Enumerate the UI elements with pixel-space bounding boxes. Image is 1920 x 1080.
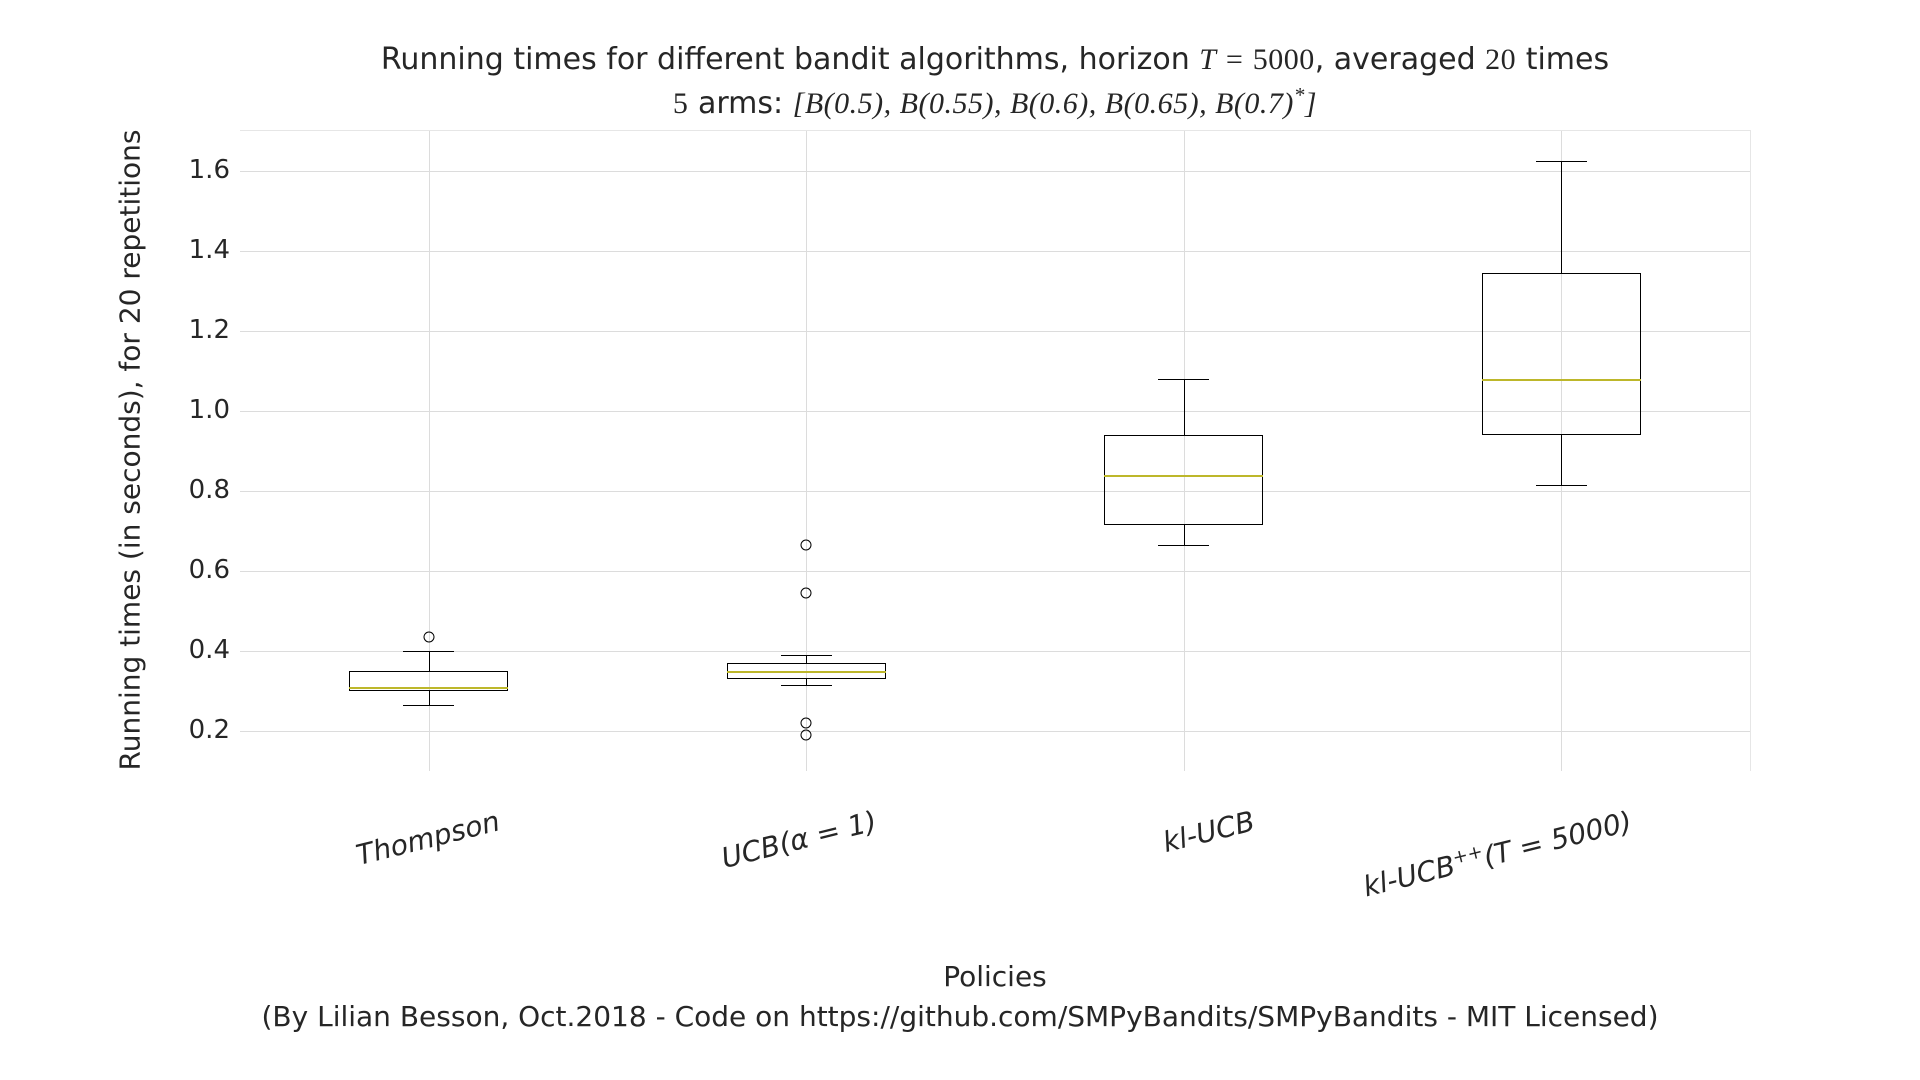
y-tick-label: 1.4 <box>170 235 230 265</box>
gridline-h <box>240 251 1750 252</box>
title-math-reps: 20 <box>1485 43 1516 76</box>
median-line <box>349 687 508 689</box>
title-line-1: Running times for different bandit algor… <box>381 42 1609 77</box>
whisker-cap <box>781 655 832 656</box>
title-math-T: T = 5000 <box>1199 43 1314 76</box>
whisker <box>1184 379 1185 435</box>
median-line <box>1104 475 1263 477</box>
x-tick-label: kl-UCB++(T = 5000) <box>1360 804 1635 903</box>
chart-title: Running times for different bandit algor… <box>240 40 1750 124</box>
whisker <box>1561 161 1562 273</box>
gridline-h <box>240 571 1750 572</box>
x-tick-label: Thompson <box>353 804 503 871</box>
box <box>1104 435 1263 525</box>
title-text: , averaged <box>1315 42 1485 77</box>
box <box>1482 273 1641 435</box>
whisker <box>1184 525 1185 545</box>
median-line <box>727 671 886 673</box>
outlier-point <box>801 730 812 741</box>
x-tick-label: UCB(α = 1) <box>718 804 880 874</box>
whisker-cap <box>403 705 454 706</box>
title-math-arms: [B(0.5), B(0.55), B(0.6), B(0.65), B(0.7… <box>793 87 1317 120</box>
title-text: Running times for different bandit algor… <box>381 42 1199 77</box>
y-tick-label: 1.6 <box>170 155 230 185</box>
whisker <box>806 655 807 663</box>
whisker-cap <box>1158 545 1209 546</box>
whisker <box>429 691 430 705</box>
whisker-cap <box>403 651 454 652</box>
x-tick-label: kl-UCB <box>1159 804 1258 859</box>
y-tick-label: 1.0 <box>170 395 230 425</box>
plot-area <box>240 130 1751 771</box>
y-tick-label: 1.2 <box>170 315 230 345</box>
x-axis-label: Policies <box>240 960 1750 993</box>
whisker-cap <box>781 685 832 686</box>
gridline-h <box>240 491 1750 492</box>
whisker-cap <box>1536 161 1587 162</box>
gridline-h <box>240 731 1750 732</box>
y-tick-label: 0.2 <box>170 715 230 745</box>
title-line-2: 5 arms: [B(0.5), B(0.55), B(0.6), B(0.65… <box>673 86 1317 121</box>
whisker-cap <box>1158 379 1209 380</box>
y-tick-label: 0.8 <box>170 475 230 505</box>
median-line <box>1482 379 1641 381</box>
whisker-cap <box>1536 485 1587 486</box>
title-math-5: 5 <box>673 87 689 120</box>
figure-caption: (By Lilian Besson, Oct.2018 - Code on ht… <box>0 1000 1920 1033</box>
outlier-point <box>423 632 434 643</box>
title-text: arms: <box>688 86 792 121</box>
whisker <box>429 651 430 671</box>
outlier-point <box>801 718 812 729</box>
y-axis-label: Running times (in seconds), for 20 repet… <box>114 130 147 771</box>
title-text: times <box>1516 42 1609 77</box>
gridline-h <box>240 171 1750 172</box>
outlier-point <box>801 588 812 599</box>
gridline-h <box>240 651 1750 652</box>
figure: Running times for different bandit algor… <box>0 0 1920 1080</box>
outlier-point <box>801 540 812 551</box>
y-tick-label: 0.4 <box>170 635 230 665</box>
whisker <box>1561 435 1562 485</box>
y-tick-label: 0.6 <box>170 555 230 585</box>
